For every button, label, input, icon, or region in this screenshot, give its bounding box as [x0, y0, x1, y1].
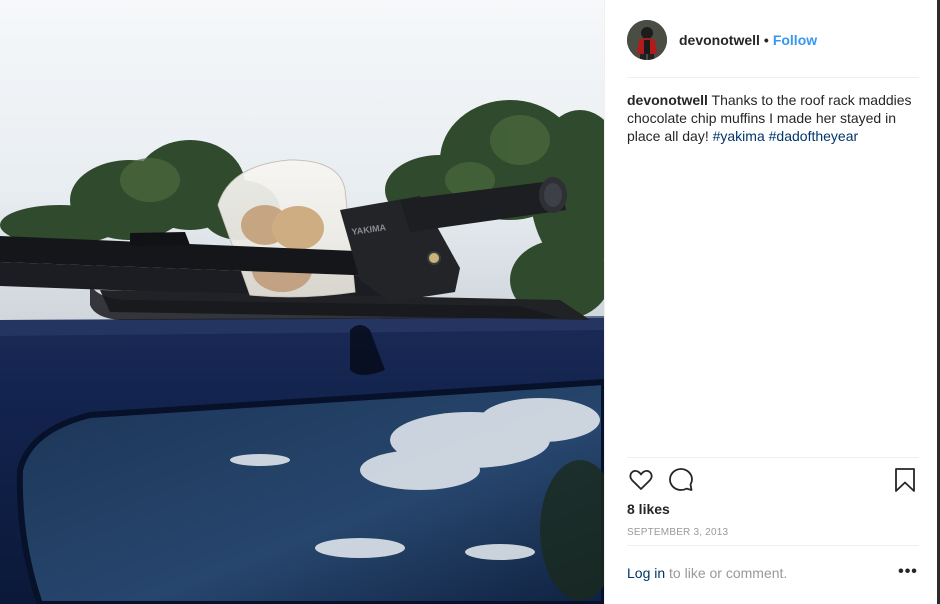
post-side-panel: devonotwell • Follow devonotwell Thanks …: [604, 0, 940, 604]
comment-icon[interactable]: [667, 466, 695, 494]
more-options-icon[interactable]: •••: [897, 563, 919, 583]
comment-prompt-text: to like or comment.: [669, 565, 788, 581]
post-actions: [627, 466, 919, 496]
divider: [627, 77, 919, 78]
login-link[interactable]: Log in: [627, 565, 665, 581]
follow-button[interactable]: Follow: [773, 32, 817, 48]
photo-scene: YAKIMA: [0, 0, 604, 604]
post-date: SEPTEMBER 3, 2013: [627, 527, 729, 538]
bookmark-icon[interactable]: [891, 466, 919, 494]
post-photo[interactable]: YAKIMA: [0, 0, 604, 604]
heart-icon[interactable]: [627, 466, 655, 494]
post-caption: devonotwell Thanks to the roof rack madd…: [627, 91, 919, 145]
caption-username[interactable]: devonotwell: [627, 92, 708, 108]
likes-count[interactable]: 8 likes: [627, 501, 670, 517]
post-header: devonotwell • Follow: [627, 18, 919, 62]
hashtag-dadoftheyear[interactable]: #dadoftheyear: [769, 128, 859, 144]
divider: [627, 545, 919, 546]
instagram-post: YAKIMA devonotwell • Follow devonotwell …: [0, 0, 940, 604]
header-separator: •: [763, 32, 769, 48]
hashtag-yakima[interactable]: #yakima: [713, 128, 765, 144]
avatar[interactable]: [627, 20, 667, 60]
divider: [627, 457, 919, 458]
comment-prompt: Log in to like or comment. •••: [627, 563, 919, 585]
header-username[interactable]: devonotwell: [679, 32, 760, 48]
